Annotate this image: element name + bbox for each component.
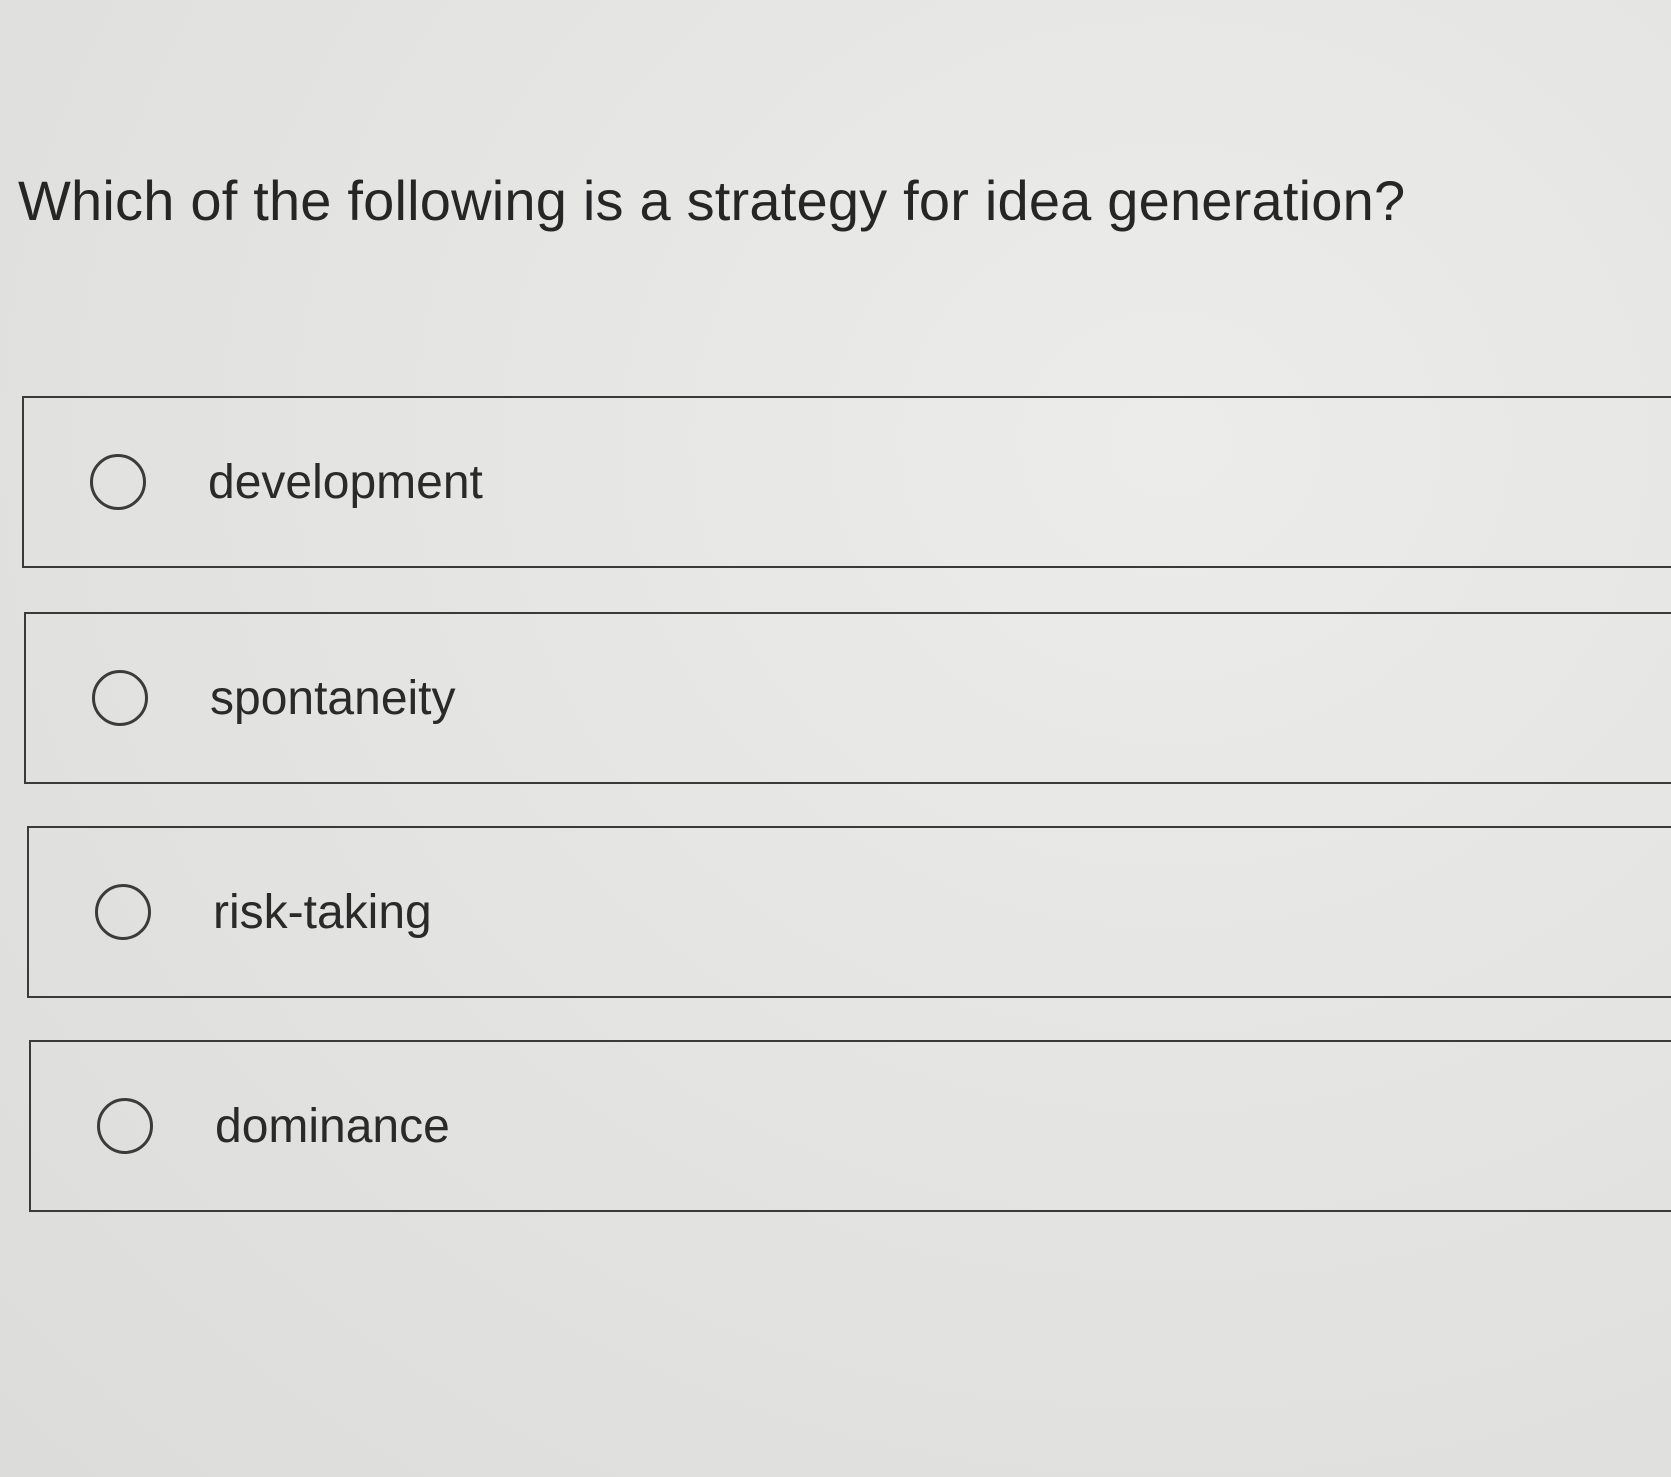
answer-option-label: development bbox=[208, 455, 483, 509]
answer-option-development[interactable]: development bbox=[22, 396, 1671, 568]
answer-option-label: spontaneity bbox=[210, 671, 456, 725]
answer-option-dominance[interactable]: dominance bbox=[29, 1040, 1671, 1212]
radio-button-icon[interactable] bbox=[92, 670, 148, 726]
answer-option-label: dominance bbox=[215, 1099, 450, 1153]
radio-button-icon[interactable] bbox=[90, 454, 146, 510]
radio-button-icon[interactable] bbox=[97, 1098, 153, 1154]
answer-option-risk-taking[interactable]: risk-taking bbox=[27, 826, 1671, 998]
answer-option-label: risk-taking bbox=[213, 885, 432, 939]
answer-option-spontaneity[interactable]: spontaneity bbox=[24, 612, 1671, 784]
radio-button-icon[interactable] bbox=[95, 884, 151, 940]
answer-options-group: development spontaneity risk-taking domi… bbox=[0, 0, 1671, 1477]
